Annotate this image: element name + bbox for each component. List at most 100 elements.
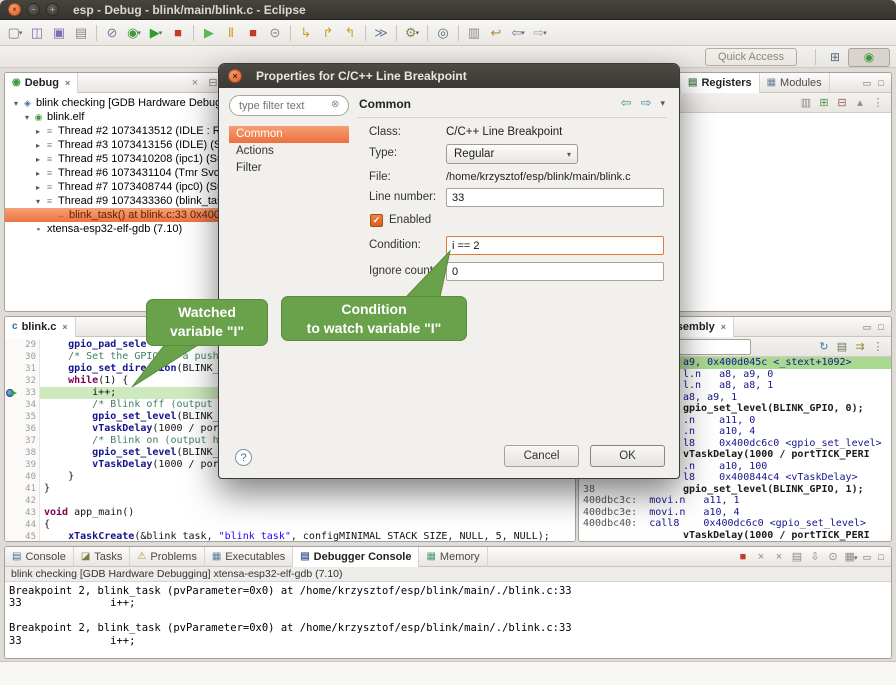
disassembly-line[interactable]: 400dbc40: call8 0x400dc6c0 <gpio_set_lev… [579,518,891,530]
chevron-down-icon[interactable]: ▾ [660,98,665,109]
skip-breakpoints-icon[interactable]: ⊘ [102,23,122,43]
editor-line-44[interactable]: 44{ [5,519,575,531]
enabled-checkbox[interactable]: ✓ [370,214,383,227]
pin-console-icon[interactable]: ⊙ [824,552,842,563]
dialog-nav-common[interactable]: Common [229,126,349,143]
close-icon[interactable]: × [721,322,726,332]
editor-line-45[interactable]: 45 xTaskCreate(&blink_task, "blink_task"… [5,531,575,542]
mark-occurrences-icon[interactable]: ▥ [464,23,484,43]
tab-executables[interactable]: ▦Executables [205,547,293,567]
editor-annotation-margin[interactable] [5,483,18,495]
help-button[interactable]: ? [235,449,252,466]
disassembly-line[interactable]: 400dbc3c: movi.n a11, 1 [579,495,891,507]
tab-tasks[interactable]: ◪Tasks [74,547,131,567]
disconnect-icon[interactable]: ⊝ [265,23,285,43]
instruction-stepping-icon[interactable]: ≫ [371,23,391,43]
maximize-icon[interactable]: □ [874,552,888,562]
refresh-icon[interactable]: ↻ [815,342,833,353]
expander-icon[interactable]: ▸ [33,127,43,136]
open-console-icon[interactable]: ▦▾ [842,552,860,563]
editor-annotation-margin[interactable] [5,507,18,519]
editor-line-41[interactable]: 41} [5,483,575,495]
debug-tree-item[interactable]: →blink_task() at blink.c:33 0x400db [5,208,243,222]
debug-tree-item[interactable]: ▸≡Thread #5 1073410208 (ipc1) (Susp [5,152,243,166]
show-source-icon[interactable]: ▤ [833,342,851,353]
clear-console-icon[interactable]: ▤ [788,552,806,563]
tab-problems[interactable]: ⚠Problems [130,547,204,567]
debug-tree-item[interactable]: ▾◉blink.elf [5,110,243,124]
editor-line-42[interactable]: 42 [5,495,575,507]
add-register-group-icon[interactable]: ⊞ [815,98,833,109]
remove-all-launches-icon[interactable]: × [770,552,788,563]
open-perspective-icon[interactable]: ⊞ [824,48,846,67]
window-maximize-button[interactable]: + [46,3,59,16]
run-icon[interactable]: ▶▾ [146,23,166,43]
dialog-nav-actions[interactable]: Actions [229,143,349,160]
terminate-icon[interactable]: ■ [243,23,263,43]
back-icon[interactable]: ⇦▾ [508,23,528,43]
debug-tree-item[interactable]: ▸≡Thread #7 1073408744 (ipc0) (Susp [5,180,243,194]
terminate-icon[interactable]: ■ [734,552,752,563]
view-menu-icon[interactable]: ⋮ [869,98,887,109]
condition-input[interactable] [446,236,664,255]
back-icon[interactable]: ⇦ [621,95,632,111]
sync-context-icon[interactable]: ⇉ [851,342,869,353]
scroll-lock-icon[interactable]: ⇩ [806,552,824,563]
remove-launch-icon[interactable]: × [752,552,770,563]
search-icon[interactable]: ◎ [433,23,453,43]
editor-annotation-margin[interactable] [5,495,18,507]
editor-annotation-margin[interactable] [5,531,18,542]
expander-icon[interactable]: ▾ [11,99,21,108]
ignore-count-input[interactable] [446,262,664,281]
expander-icon[interactable]: ▸ [33,141,43,150]
minimize-icon[interactable]: ▭ [860,322,874,333]
editor-annotation-margin[interactable] [5,339,18,351]
debug-tree-item[interactable]: ▾≡Thread #9 1073433360 (blink_task [5,194,243,208]
type-dropdown[interactable]: Regular ▾ [446,144,578,164]
editor-annotation-margin[interactable] [5,399,18,411]
clear-filter-icon[interactable]: ⊗ [331,99,339,110]
step-into-icon[interactable]: ↳ [296,23,316,43]
editor-line-43[interactable]: 43void app_main() [5,507,575,519]
maximize-icon[interactable]: □ [874,322,888,332]
registers-body[interactable] [657,113,891,293]
external-tools-icon[interactable]: ⚙▾ [402,23,422,43]
forward-icon[interactable]: ⇨ [641,95,652,111]
tab-blink-c[interactable]: c blink.c × [5,317,76,337]
editor-annotation-margin[interactable] [5,459,18,471]
disassembly-line[interactable]: vTaskDelay(1000 / portTICK_PERI [579,530,891,542]
dialog-nav-filter[interactable]: Filter [229,160,349,177]
tab-debug[interactable]: ◉ Debug × [5,73,78,93]
remove-all-terminated-icon[interactable]: × [186,78,204,89]
editor-annotation-margin[interactable] [5,387,18,399]
debug-tree-item[interactable]: ▪xtensa-esp32-elf-gdb (7.10) [5,222,243,236]
cancel-button[interactable]: Cancel [504,445,579,467]
expander-icon[interactable]: ▸ [33,155,43,164]
forward-icon[interactable]: ⇨▾ [530,23,550,43]
debug-tree-item[interactable]: ▸≡Thread #6 1073431104 (Tmr Svc) (S [5,166,243,180]
tab-debugger-console[interactable]: ▤Debugger Console [293,547,419,567]
editor-annotation-margin[interactable] [5,375,18,387]
debug-tree-item[interactable]: ▾◈blink checking [GDB Hardware Debug [5,96,243,110]
window-minimize-button[interactable]: − [27,3,40,16]
tab-console[interactable]: ▤Console [5,547,74,567]
close-icon[interactable]: × [62,322,67,332]
view-menu-icon[interactable]: ⋮ [869,342,887,353]
step-over-icon[interactable]: ↱ [318,23,338,43]
editor-annotation-margin[interactable] [5,471,18,483]
editor-annotation-margin[interactable] [5,435,18,447]
collapse-all-icon[interactable]: ▴ [851,98,869,109]
expander-icon[interactable]: ▸ [33,183,43,192]
step-return-icon[interactable]: ↰ [340,23,360,43]
save-icon[interactable]: ◫ [27,23,47,43]
print-icon[interactable]: ▤ [71,23,91,43]
expander-icon[interactable]: ▾ [33,197,43,206]
console-output[interactable]: Breakpoint 2, blink_task (pvParameter=0x… [5,582,891,659]
debug-tree-item[interactable]: ▸≡Thread #2 1073413512 (IDLE : Runn [5,124,243,138]
tab-registers[interactable]: ▤Registers [681,73,760,93]
quick-access-button[interactable]: Quick Access [705,48,797,66]
last-edit-location-icon[interactable]: ↩ [486,23,506,43]
editor-annotation-margin[interactable] [5,363,18,375]
disassembly-line[interactable]: 400dbc3e: movi.n a10, 4 [579,507,891,519]
stop-icon[interactable]: ■ [168,23,188,43]
